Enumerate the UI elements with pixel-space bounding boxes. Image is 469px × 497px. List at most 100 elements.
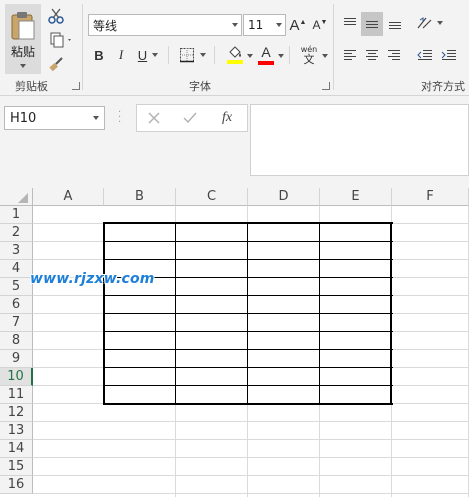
table-border-vertical: [319, 223, 320, 405]
row-header-11[interactable]: 11: [0, 386, 33, 404]
column-header-b[interactable]: B: [104, 188, 176, 206]
orientation-button[interactable]: [414, 12, 444, 34]
cut-button[interactable]: [46, 6, 66, 26]
fill-color-swatch: [227, 60, 243, 64]
align-middle-button[interactable]: [361, 12, 383, 36]
clipboard-group-label: 剪贴板: [15, 80, 48, 93]
row-header-15[interactable]: 15: [0, 458, 33, 476]
insert-function-button[interactable]: fx: [214, 107, 240, 129]
name-box[interactable]: H10: [4, 106, 105, 130]
row-header-14[interactable]: 14: [0, 440, 33, 458]
separator: [289, 46, 290, 64]
row-header-7[interactable]: 7: [0, 314, 33, 332]
phonetic-guide-button[interactable]: wén 文: [296, 44, 322, 68]
gridline-horizontal: [33, 475, 469, 476]
decrease-indent-button[interactable]: [414, 44, 436, 66]
font-launcher-icon[interactable]: [322, 82, 330, 90]
align-right-button[interactable]: [384, 44, 404, 66]
outdent-icon: [417, 50, 432, 60]
row-header-2[interactable]: 2: [0, 224, 33, 242]
font-size-select[interactable]: 11: [243, 14, 286, 36]
chevron-down-icon: [232, 23, 238, 27]
align-left-button[interactable]: [340, 44, 360, 66]
chevron-down-icon[interactable]: [322, 54, 328, 58]
separator: [82, 4, 83, 90]
column-header-a[interactable]: A: [33, 188, 104, 206]
row-header-4[interactable]: 4: [0, 260, 33, 278]
gridline-horizontal: [33, 493, 469, 494]
format-painter-button[interactable]: [46, 54, 66, 74]
row-header-13[interactable]: 13: [0, 422, 33, 440]
select-all-button[interactable]: [0, 188, 33, 206]
worksheet-grid[interactable]: ABCDEF 1 2 3 4 5 6 7 8 9 10 11 12 13 14 15 16 www.rjzxw…: [0, 188, 469, 497]
chevron-down-icon: [199, 53, 206, 57]
underline-icon: U: [137, 47, 148, 63]
table-border-horizontal: [103, 295, 393, 296]
row-header-8[interactable]: 8: [0, 332, 33, 350]
align-center-icon: [366, 50, 378, 60]
table-border-horizontal: [103, 222, 393, 224]
align-center-button[interactable]: [362, 44, 382, 66]
paint-bucket-icon: [229, 46, 241, 58]
cancel-button[interactable]: [142, 107, 166, 129]
chevron-down-icon[interactable]: [278, 54, 284, 58]
separator: [333, 4, 334, 90]
align-left-icon: [344, 50, 356, 60]
row-header-1[interactable]: 1: [0, 206, 33, 224]
increase-indent-button[interactable]: [438, 44, 460, 66]
table-border-vertical: [175, 223, 176, 405]
row-header-3[interactable]: 3: [0, 242, 33, 260]
enter-button[interactable]: [178, 107, 202, 129]
table-border-vertical: [103, 223, 105, 405]
row-header-9[interactable]: 9: [0, 350, 33, 368]
copy-icon: [50, 32, 71, 48]
table-border-horizontal: [103, 259, 393, 260]
chevron-down-icon: [20, 63, 26, 68]
clipboard-icon: [11, 11, 35, 39]
align-bottom-button[interactable]: [385, 12, 405, 34]
separator: [168, 46, 169, 64]
column-header-c[interactable]: C: [176, 188, 248, 206]
font-color-icon: A: [261, 44, 271, 60]
borders-button[interactable]: [175, 45, 209, 65]
table-border-horizontal: [103, 349, 393, 350]
phonetic-glyph: 文: [303, 53, 315, 66]
decrease-font-size-button[interactable]: A▼: [311, 14, 329, 36]
column-header-d[interactable]: D: [248, 188, 320, 206]
paste-label: 粘贴: [10, 44, 35, 59]
decrease-font-icon: A▼: [312, 18, 328, 32]
ribbon: 粘贴 剪贴板 等线 11 A▲ A▼ B I U A wén 文 字体 对齐方式: [0, 0, 469, 96]
gridline-horizontal: [33, 421, 469, 422]
align-middle-icon: [366, 21, 378, 28]
underline-button[interactable]: U: [134, 45, 162, 65]
italic-button[interactable]: I: [112, 45, 130, 65]
font-color-button[interactable]: A: [255, 44, 277, 66]
close-icon: [148, 112, 160, 124]
paste-button[interactable]: 粘贴: [5, 4, 41, 74]
font-size-value: 11: [248, 18, 264, 32]
copy-button[interactable]: [46, 30, 76, 50]
increase-font-icon: A▲: [289, 16, 307, 34]
row-header-6[interactable]: 6: [0, 296, 33, 314]
table-border-vertical: [247, 223, 248, 405]
row-header-10[interactable]: 10: [0, 368, 33, 386]
row-header-16[interactable]: 16: [0, 476, 33, 494]
column-header-e[interactable]: E: [320, 188, 392, 206]
orientation-icon: [417, 17, 431, 29]
row-header-5[interactable]: 5: [0, 278, 33, 296]
align-top-button[interactable]: [340, 12, 360, 34]
clipboard-launcher-icon[interactable]: [72, 82, 80, 90]
bold-button[interactable]: B: [90, 45, 108, 65]
name-box-value: H10: [10, 110, 37, 126]
align-bottom-icon: [389, 22, 401, 29]
formula-input[interactable]: [250, 104, 469, 176]
fill-color-button[interactable]: [220, 44, 250, 66]
table-border-horizontal: [103, 367, 393, 368]
select-all-triangle-icon: [18, 193, 28, 203]
watermark-text: www.rjzxw.com: [30, 271, 155, 287]
font-name-select[interactable]: 等线: [88, 14, 242, 36]
chevron-down-icon[interactable]: [247, 54, 253, 58]
column-header-f[interactable]: F: [392, 188, 469, 206]
row-header-12[interactable]: 12: [0, 404, 33, 422]
increase-font-size-button[interactable]: A▲: [289, 14, 307, 36]
